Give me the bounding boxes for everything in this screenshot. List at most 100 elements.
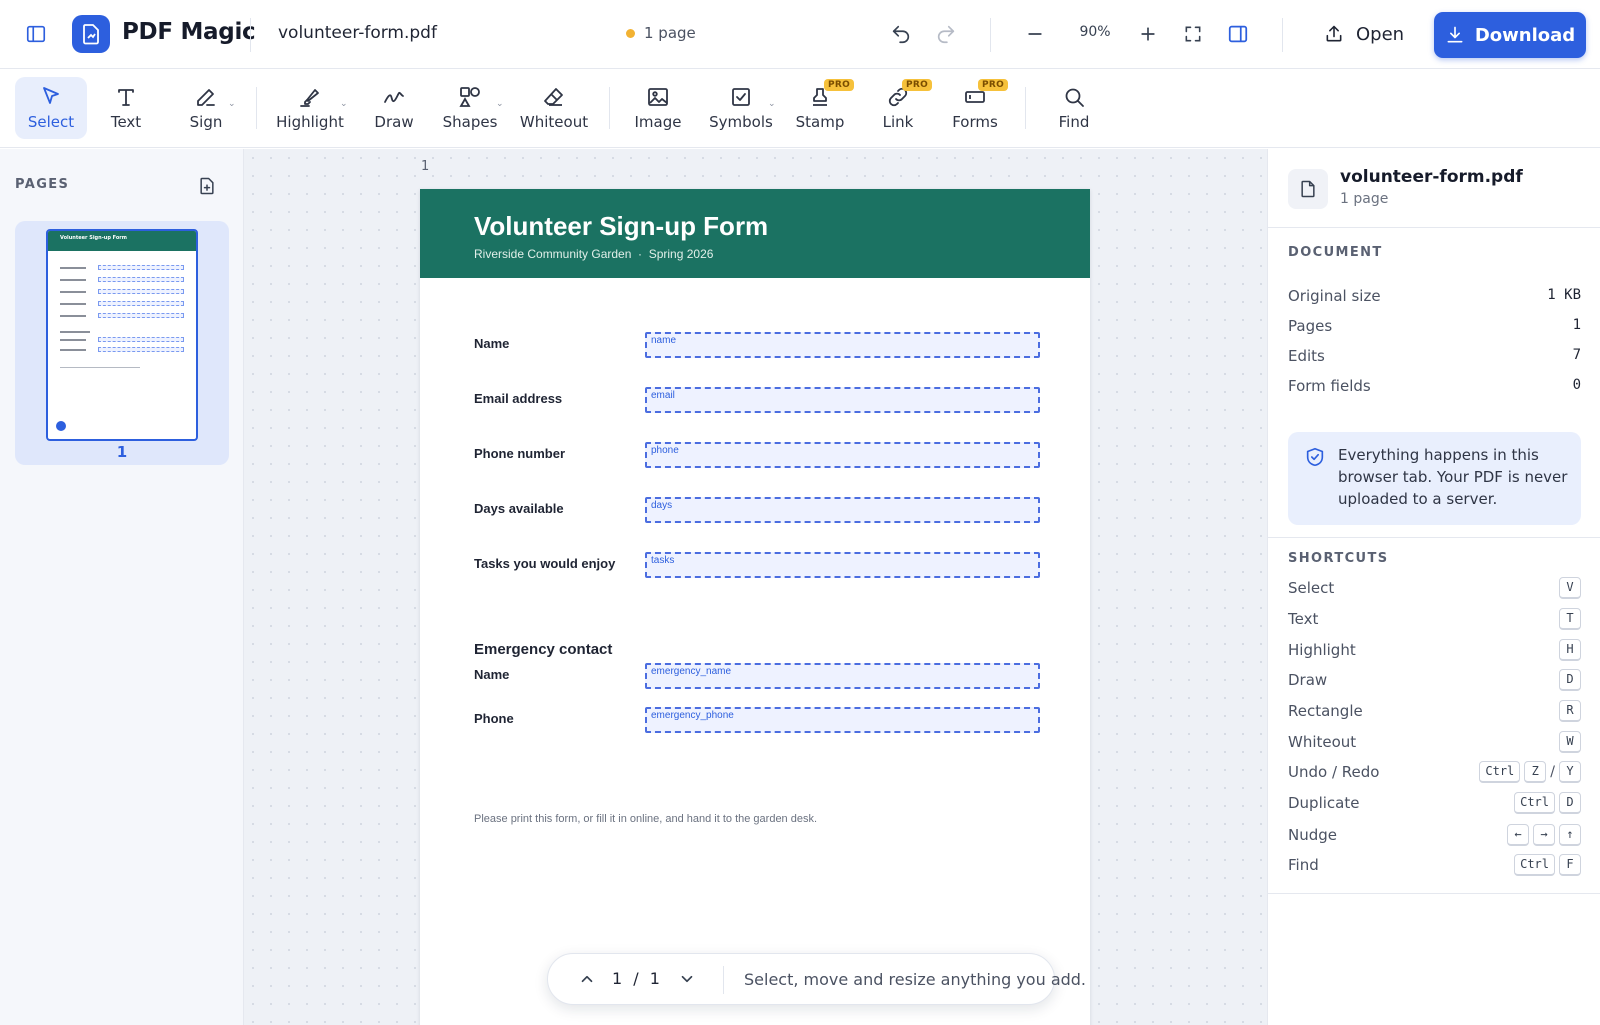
tool-shapes[interactable]: Shapes ⌄: [436, 77, 504, 139]
document-header: Volunteer Sign-up Form Riverside Communi…: [420, 189, 1090, 278]
key-cap: Ctrl: [1514, 792, 1555, 814]
shield-check-icon: [1304, 446, 1326, 468]
tool-symbols[interactable]: Symbols ⌄: [704, 77, 778, 139]
form-field-days[interactable]: days: [645, 497, 1040, 523]
document-info-panel: volunteer-form.pdf 1 page DOCUMENT Origi…: [1267, 149, 1600, 1025]
file-name: volunteer-form.pdf: [278, 23, 437, 43]
form-field-phone[interactable]: phone: [645, 442, 1040, 468]
key-cap: H: [1559, 639, 1581, 661]
zoom-out-button[interactable]: [1017, 16, 1053, 52]
key-cap: Z: [1524, 761, 1547, 783]
privacy-note: Everything happens in this browser tab. …: [1288, 432, 1581, 525]
tool-draw[interactable]: Draw: [360, 77, 428, 139]
form-field-name[interactable]: name: [645, 332, 1040, 358]
key-cap: R: [1559, 700, 1581, 722]
field-label: Phone number: [474, 446, 566, 461]
right-panel-toggle-button[interactable]: [1220, 16, 1256, 52]
page-counter: 1 / 1: [612, 969, 660, 988]
tool-label: Whiteout: [519, 113, 589, 131]
tool-text[interactable]: Text: [92, 77, 160, 139]
field-name-tag: name: [651, 335, 677, 346]
tool-label: Highlight: [276, 113, 344, 131]
page-navigator: 1 / 1 Select, move and resize anything y…: [547, 953, 1086, 1005]
form-field-tasks[interactable]: tasks: [645, 552, 1040, 578]
tool-image[interactable]: Image: [624, 77, 692, 139]
tool-label: Symbols: [709, 113, 773, 131]
stat-key: Pages: [1288, 317, 1333, 335]
field-name-tag: days: [651, 500, 673, 511]
shortcut-action: Whiteout: [1288, 733, 1357, 751]
key-cap: ←: [1507, 824, 1529, 846]
info-file-name: volunteer-form.pdf: [1340, 167, 1523, 187]
pro-badge: PRO: [824, 79, 855, 91]
key-cap: →: [1533, 824, 1555, 846]
stat-key: Edits: [1288, 347, 1325, 365]
tool-select[interactable]: Select: [15, 77, 87, 139]
open-button[interactable]: Open: [1318, 16, 1410, 52]
divider: [990, 18, 991, 52]
next-page-button[interactable]: [672, 964, 702, 994]
zoom-in-button[interactable]: [1130, 16, 1166, 52]
chevron-down-icon: ⌄: [228, 99, 236, 109]
tool-stamp[interactable]: Stamp PRO: [786, 77, 855, 139]
chevron-down-icon: ⌄: [496, 99, 504, 109]
stat-value: 1: [1572, 317, 1581, 333]
shortcut-action: Find: [1288, 856, 1319, 874]
document-canvas[interactable]: 1 Volunteer Sign-up Form Riverside Commu…: [244, 149, 1267, 1025]
sidebar-toggle-button[interactable]: [18, 16, 54, 52]
shortcut-action: Text: [1288, 610, 1319, 628]
eraser-icon: [542, 85, 566, 109]
plus-icon: [1138, 24, 1158, 44]
key-cap: V: [1559, 577, 1581, 599]
tool-whiteout[interactable]: Whiteout: [516, 77, 592, 139]
thumbnail-header: Volunteer Sign-up Form: [48, 231, 196, 251]
stat-edits: Edits 7: [1288, 347, 1581, 369]
pages-panel: PAGES Volunteer Sign-up Form 1: [0, 149, 244, 1025]
tool-link[interactable]: Link PRO: [864, 77, 933, 139]
app-name: PDF Magic: [122, 19, 256, 45]
key-separator: /: [1550, 764, 1555, 780]
page-thumbnail-card[interactable]: Volunteer Sign-up Form 1: [15, 221, 229, 465]
tool-label: Sign: [189, 113, 223, 131]
key-cap: Ctrl: [1479, 761, 1521, 783]
redo-button[interactable]: [928, 16, 964, 52]
shortcut-action: Highlight: [1288, 641, 1356, 659]
divider: [723, 966, 724, 994]
tool-find[interactable]: Find: [1040, 77, 1108, 139]
field-name-tag: tasks: [651, 555, 675, 566]
tool-label: Draw: [374, 113, 414, 131]
shortcut-row: Highlight H: [1288, 639, 1581, 663]
fit-to-screen-button[interactable]: [1175, 16, 1211, 52]
download-button[interactable]: Download: [1434, 12, 1586, 58]
page-thumbnail[interactable]: Volunteer Sign-up Form: [46, 229, 198, 441]
stat-key: Form fields: [1288, 377, 1371, 395]
stat-original-size: Original size 1 KB: [1288, 287, 1581, 309]
add-page-button[interactable]: [192, 171, 222, 201]
shortcut-row: Nudge ← → ↑: [1288, 824, 1581, 848]
zoom-level[interactable]: 90%: [1072, 24, 1118, 40]
undo-button[interactable]: [883, 16, 919, 52]
tool-forms[interactable]: Forms PRO: [940, 77, 1010, 139]
form-field-emergency-name[interactable]: emergency_name: [645, 663, 1040, 689]
thumbnail-row: [60, 313, 184, 321]
thumbnail-title: Volunteer Sign-up Form: [60, 235, 127, 241]
divider: [1025, 87, 1026, 129]
form-field-email[interactable]: email: [645, 387, 1040, 413]
previous-page-button[interactable]: [572, 964, 602, 994]
divider: [256, 87, 257, 129]
download-icon: [1445, 25, 1465, 45]
download-button-label: Download: [1474, 24, 1576, 46]
tool-highlight[interactable]: Highlight ⌄: [270, 77, 350, 139]
tool-sign[interactable]: Sign ⌄: [172, 77, 240, 139]
emergency-contact-heading: Emergency contact: [474, 641, 613, 658]
field-name-tag: email: [651, 390, 675, 401]
shortcut-action: Select: [1288, 579, 1335, 597]
thumbnail-row: [60, 289, 184, 297]
document-title: Volunteer Sign-up Form: [474, 211, 769, 241]
form-row-name: Name name: [474, 332, 1040, 358]
form-field-emergency-phone[interactable]: emergency_phone: [645, 707, 1040, 733]
shortcut-row: Undo / Redo Ctrl Z / Y: [1288, 761, 1581, 785]
tool-bar: Select Text Sign ⌄ Highlight ⌄ Draw Shap…: [0, 69, 1600, 148]
pdf-page[interactable]: Volunteer Sign-up Form Riverside Communi…: [420, 189, 1090, 1025]
divider: [250, 18, 251, 52]
